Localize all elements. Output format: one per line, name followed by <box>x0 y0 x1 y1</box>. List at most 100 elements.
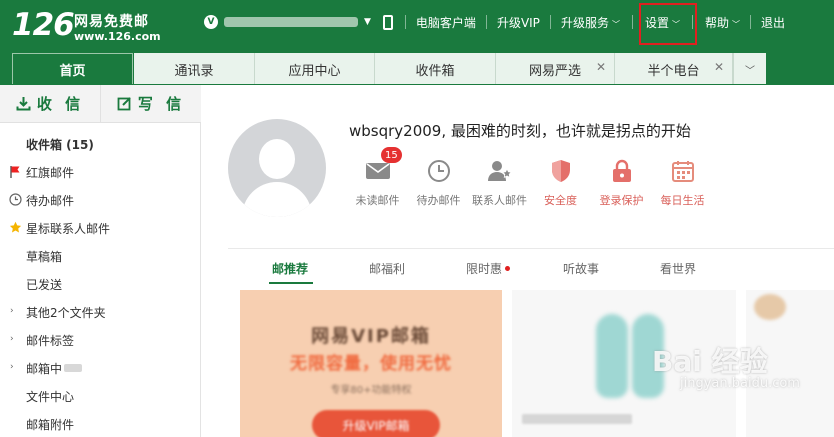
folder-label: 红旗邮件 <box>26 165 75 180</box>
chevron-down-icon: ﹀ <box>745 65 755 77</box>
promo-subtitle: 无限容量，使用无忧 <box>290 354 452 374</box>
feed-tab-welfare[interactable]: 邮福利 <box>369 260 405 277</box>
logo-name: 网易免费邮 <box>74 14 149 30</box>
folder-label: 草稿箱 <box>26 249 63 264</box>
folder-star-contacts[interactable]: 星标联系人邮件 <box>0 214 201 242</box>
phone-icon[interactable] <box>382 14 393 30</box>
compose-button[interactable]: 写 信 <box>101 85 201 122</box>
logo-url: www.126.com <box>74 30 161 43</box>
tab-label: 通讯录 <box>174 63 214 79</box>
tab-radio[interactable]: 半个电台 ✕ <box>615 53 733 85</box>
top-nav: V ▼ 电脑客户端 升级VIP 升级服务 ﹀ 设置 ﹀ 帮助 ﹀ 退出 <box>204 0 785 44</box>
redacted-text <box>64 364 83 372</box>
feed-tab-label: 限时惠 <box>466 262 503 276</box>
mail-app: 126 网易免费邮 www.126.com V ▼ 电脑客户端 升级VIP 升级… <box>0 0 834 437</box>
folder-label: 文件中心 <box>26 389 75 404</box>
folder-other[interactable]: › 其他2个文件夹 <box>0 298 201 326</box>
chevron-right-icon[interactable]: › <box>10 334 14 344</box>
quick-todo[interactable]: 待办邮件 <box>408 157 469 217</box>
help-menu[interactable]: 帮助 ﹀ <box>705 14 740 31</box>
compose-row: 收 信 写 信 <box>0 85 201 123</box>
nav-divider <box>404 15 406 29</box>
folder-label: 收件箱 (15) <box>26 137 94 152</box>
baidu-watermark: Bai 经验 <box>652 345 768 378</box>
folder-attachments[interactable]: 邮箱附件 <box>0 410 201 437</box>
folder-drafts[interactable]: 草稿箱 <box>0 242 201 270</box>
folder-inbox[interactable]: 收件箱 (15) <box>0 130 201 158</box>
shield-icon <box>547 157 575 185</box>
quick-contacts[interactable]: 联系人邮件 <box>469 157 530 217</box>
tab-app-center[interactable]: 应用中心 <box>255 53 375 85</box>
upgrade-service-label: 升级服务 <box>560 15 609 30</box>
upgrade-service-menu[interactable]: 升级服务 ﹀ <box>561 14 620 31</box>
quick-login-protect[interactable]: 登录保护 <box>591 157 652 217</box>
greeting-text: wbsqry2009, 最困难的时刻，也许就是拐点的开始 <box>349 122 691 140</box>
chevron-right-icon[interactable]: › <box>10 306 14 316</box>
logo-number: 126 <box>12 7 75 43</box>
close-icon[interactable]: ✕ <box>714 60 724 74</box>
quick-label: 未读邮件 <box>355 194 400 207</box>
chevron-down-icon: ﹀ <box>611 19 620 29</box>
feed-tab-limited[interactable]: 限时惠 <box>466 260 511 277</box>
close-icon[interactable]: ✕ <box>596 60 606 74</box>
folder-mailbox-center[interactable]: › 邮箱中 <box>0 354 201 382</box>
upgrade-vip-button[interactable]: 升级VIP邮箱 <box>312 410 440 437</box>
quick-unread[interactable]: 15 未读邮件 <box>347 147 408 217</box>
folder-sent[interactable]: 已发送 <box>0 270 201 298</box>
star-icon <box>9 221 22 233</box>
quick-label: 待办邮件 <box>416 194 461 207</box>
clock-icon <box>9 193 22 206</box>
upgrade-vip-link[interactable]: 升级VIP <box>497 14 540 31</box>
nav-divider <box>485 15 487 29</box>
folder-todo[interactable]: 待办邮件 <box>0 186 201 214</box>
promo-title: 网易VIP邮箱 <box>311 326 431 347</box>
unread-badge: 15 <box>381 147 402 163</box>
vip-level-icon: V <box>204 15 218 29</box>
pencil-icon <box>117 97 131 111</box>
feed-tab-world[interactable]: 看世界 <box>660 260 696 277</box>
contact-star-icon <box>486 157 514 185</box>
notification-dot <box>505 266 511 271</box>
chevron-down-icon[interactable]: ▼ <box>364 17 371 27</box>
vip-promo-card[interactable]: 网易VIP邮箱 无限容量，使用无忧 专享80+功能特权 升级VIP邮箱 <box>240 290 502 437</box>
quick-security[interactable]: 安全度 <box>530 157 591 217</box>
tab-label: 半个电台 <box>647 63 700 79</box>
promo-note: 专享80+功能特权 <box>330 385 412 396</box>
feed-tabs: 邮推荐 邮福利 限时惠 听故事 看世界 <box>228 249 834 285</box>
feed-tab-recommend[interactable]: 邮推荐 <box>272 260 308 277</box>
folder-red-flag[interactable]: 红旗邮件 <box>0 158 201 186</box>
receive-button[interactable]: 收 信 <box>0 85 101 122</box>
help-label: 帮助 <box>704 15 729 30</box>
tab-contacts[interactable]: 通讯录 <box>134 53 255 85</box>
quick-label: 登录保护 <box>599 194 644 207</box>
tab-yanxuan[interactable]: 网易严选 ✕ <box>496 53 615 85</box>
quick-label: 联系人邮件 <box>472 194 527 207</box>
avatar-head <box>259 139 295 179</box>
folder-file-center[interactable]: 文件中心 <box>0 382 201 410</box>
clock-icon <box>425 157 453 185</box>
tab-label: 网易严选 <box>528 63 581 79</box>
download-icon <box>16 97 31 111</box>
tab-home[interactable]: 首页 <box>12 53 133 85</box>
nav-divider <box>631 15 633 29</box>
feed-tab-underline <box>269 282 313 284</box>
folder-label: 邮箱附件 <box>26 417 75 432</box>
product-caption-redacted <box>522 414 632 424</box>
feed-tab-stories[interactable]: 听故事 <box>563 260 599 277</box>
account-email-redacted[interactable] <box>224 17 358 27</box>
calendar-icon <box>669 157 697 185</box>
red-flag-icon <box>10 166 20 178</box>
folder-label: 其他2个文件夹 <box>26 305 106 320</box>
sidebar: 收 信 写 信 收件箱 (15) 红旗邮件 待办邮件 星标联系人邮件 草稿箱 已… <box>0 85 201 437</box>
folder-label: 星标联系人邮件 <box>26 221 111 236</box>
quick-daily-life[interactable]: 每日生活 <box>652 157 713 217</box>
avatar[interactable] <box>228 119 326 217</box>
baidu-watermark-url: jingyan.baidu.com <box>680 376 800 391</box>
folder-list: 收件箱 (15) 红旗邮件 待办邮件 星标联系人邮件 草稿箱 已发送 › 其他2个… <box>0 130 201 437</box>
logout-link[interactable]: 退出 <box>761 14 785 31</box>
desktop-client-link[interactable]: 电脑客户端 <box>416 14 476 31</box>
chevron-right-icon[interactable]: › <box>10 362 14 372</box>
tab-inbox[interactable]: 收件箱 <box>375 53 496 85</box>
tab-overflow-button[interactable]: ﹀ <box>733 53 766 85</box>
folder-labels[interactable]: › 邮件标签 <box>0 326 201 354</box>
